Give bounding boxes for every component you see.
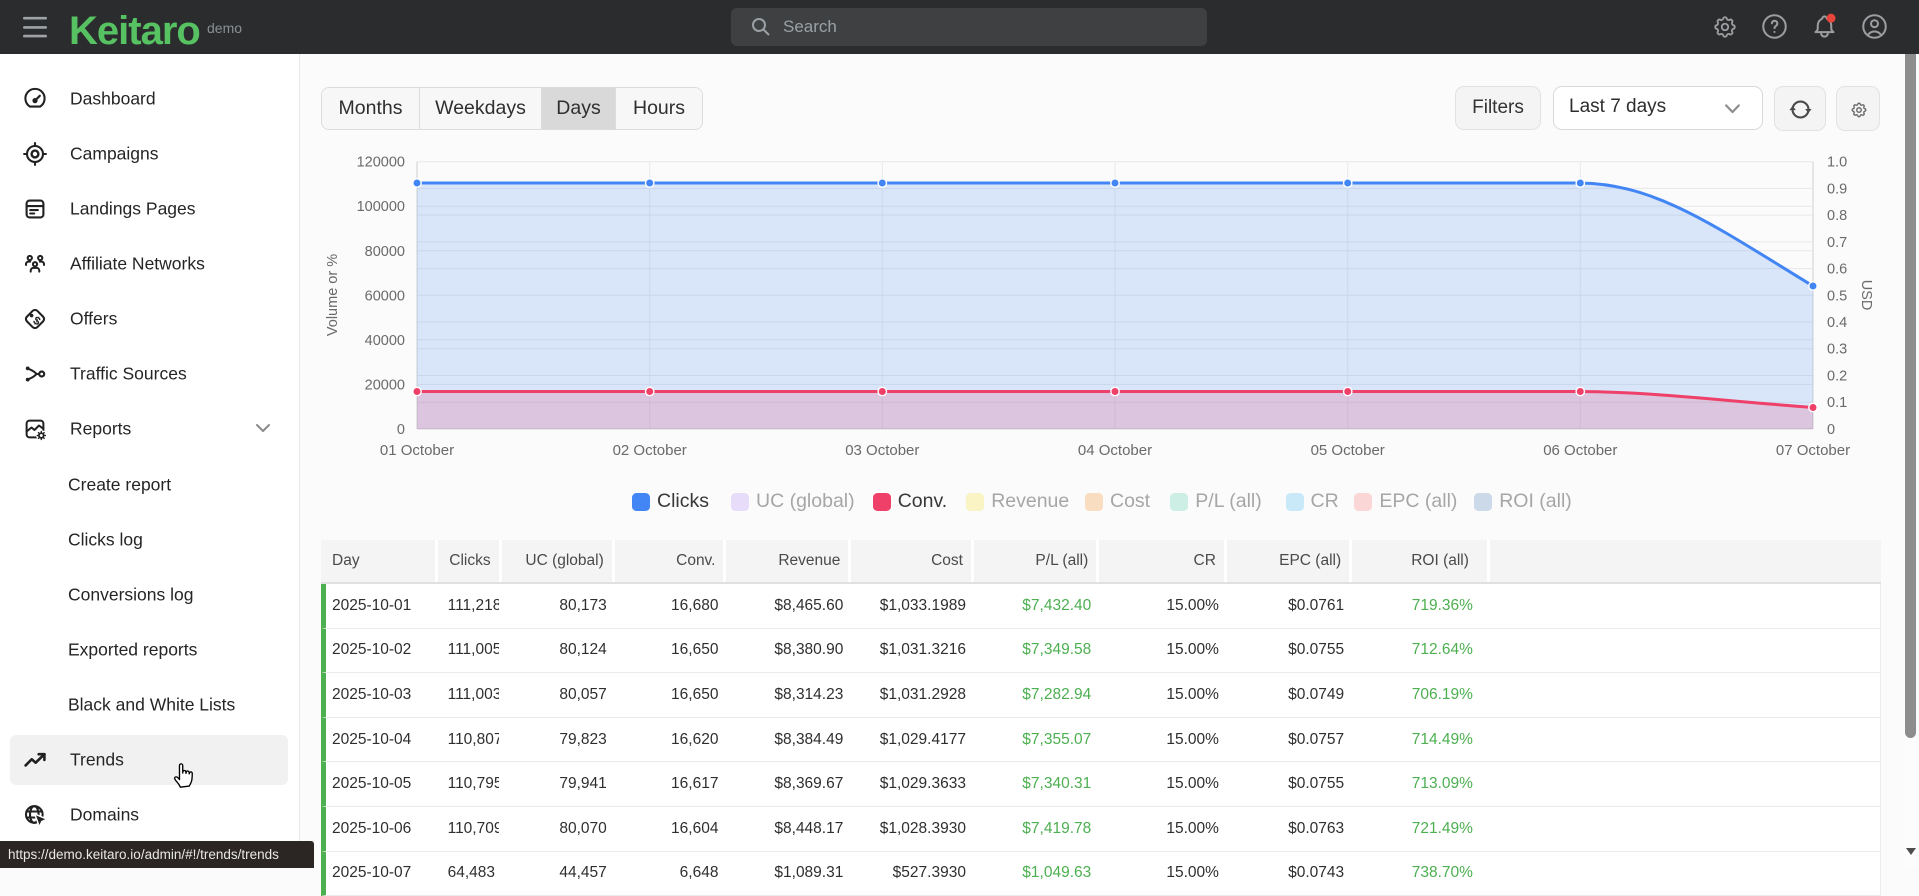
svg-text:05 October: 05 October	[1311, 442, 1385, 459]
svg-text:0.4: 0.4	[1827, 315, 1847, 331]
svg-text:40000: 40000	[365, 333, 405, 349]
svg-text:03 October: 03 October	[845, 442, 919, 459]
svg-text:100000: 100000	[357, 199, 405, 215]
svg-text:1.0: 1.0	[1827, 155, 1847, 171]
svg-text:02 October: 02 October	[613, 442, 687, 459]
svg-text:0: 0	[397, 422, 405, 438]
svg-text:USD: USD	[1858, 280, 1874, 311]
svg-text:0.2: 0.2	[1827, 369, 1847, 385]
svg-text:0: 0	[1827, 422, 1835, 438]
svg-text:01 October: 01 October	[380, 442, 454, 459]
svg-text:07 October: 07 October	[1776, 442, 1850, 459]
svg-text:0.7: 0.7	[1827, 235, 1847, 251]
svg-text:0.1: 0.1	[1827, 395, 1847, 411]
svg-text:04 October: 04 October	[1078, 442, 1152, 459]
svg-text:Volume or %: Volume or %	[325, 254, 341, 336]
svg-text:120000: 120000	[357, 155, 405, 171]
svg-text:60000: 60000	[365, 288, 405, 304]
svg-text:0.3: 0.3	[1827, 342, 1847, 358]
svg-text:06 October: 06 October	[1543, 442, 1617, 459]
svg-text:0.5: 0.5	[1827, 288, 1847, 304]
svg-text:0.6: 0.6	[1827, 262, 1847, 278]
svg-text:20000: 20000	[365, 377, 405, 393]
svg-text:0.8: 0.8	[1827, 208, 1847, 224]
svg-text:0.9: 0.9	[1827, 181, 1847, 197]
svg-text:80000: 80000	[365, 244, 405, 260]
